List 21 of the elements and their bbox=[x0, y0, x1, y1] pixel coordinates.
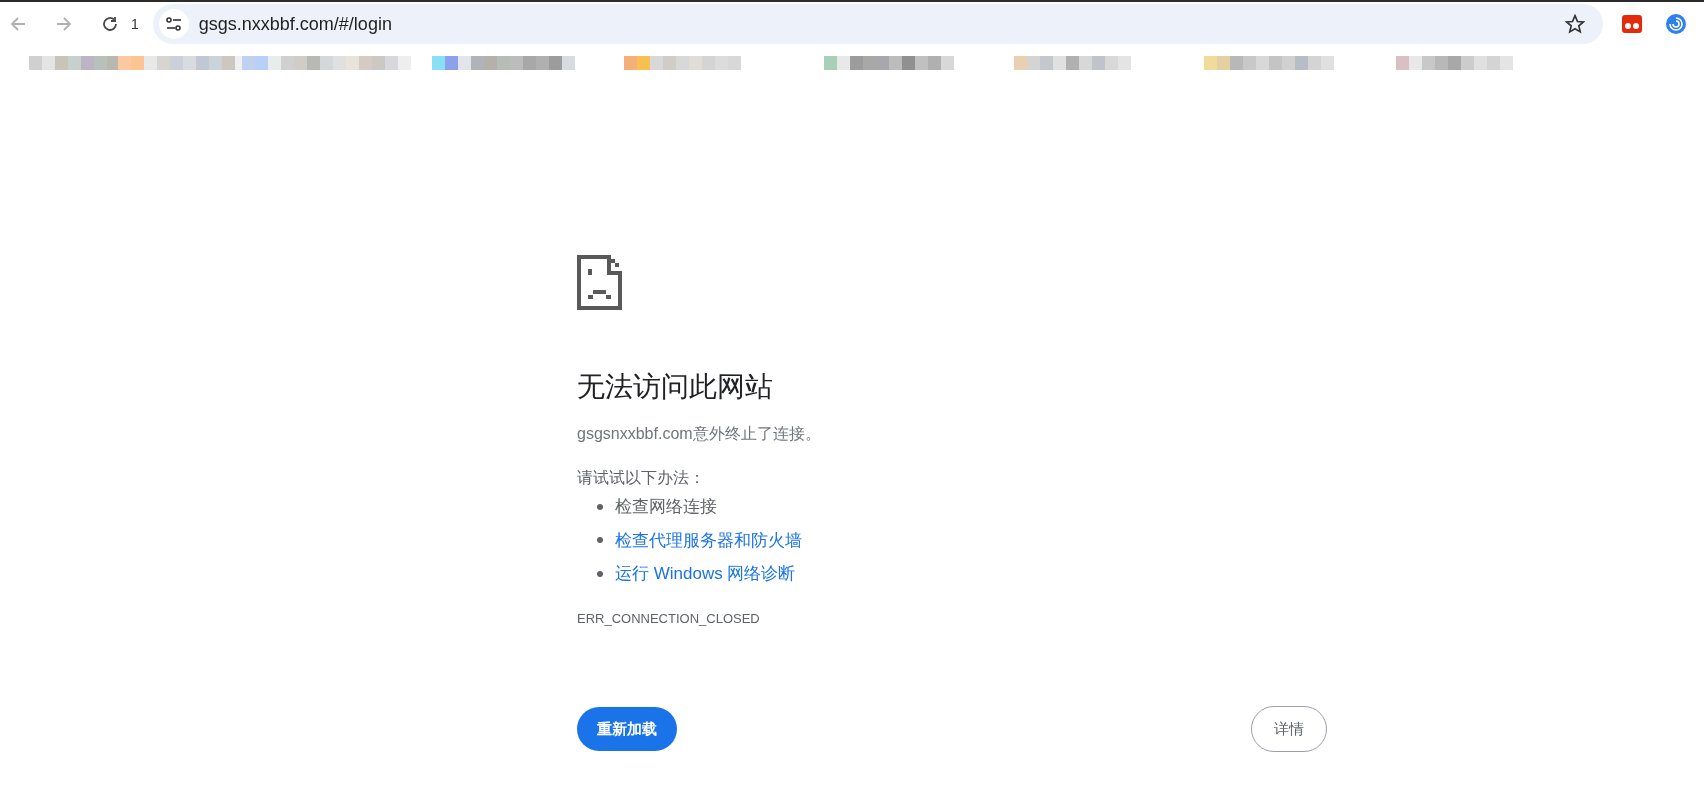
spiral-extension-icon[interactable] bbox=[1666, 14, 1686, 34]
suggestion-text: 检查网络连接 bbox=[615, 496, 717, 518]
extension-icon[interactable] bbox=[1622, 15, 1642, 33]
error-code: ERR_CONNECTION_CLOSED bbox=[577, 609, 761, 628]
reload-button[interactable]: 重新加载 bbox=[577, 707, 677, 751]
error-message: gsgsnxxbbf.com意外终止了连接。 bbox=[577, 424, 822, 444]
bullet-icon bbox=[597, 537, 603, 544]
bookmark-star-icon[interactable] bbox=[1564, 14, 1585, 34]
suggestions-heading: 请试试以下办法： bbox=[577, 468, 706, 488]
suggestion-link[interactable]: 检查代理服务器和防火墙 bbox=[615, 527, 802, 553]
error-title: 无法访问此网站 bbox=[577, 370, 774, 404]
site-settings-icon[interactable] bbox=[158, 9, 189, 39]
bullet-icon bbox=[597, 503, 603, 510]
bullet-icon bbox=[597, 570, 603, 577]
sad-page-icon bbox=[577, 255, 622, 310]
details-button[interactable]: 详情 bbox=[1251, 706, 1327, 752]
address-bar[interactable]: gsgs.nxxbbf.com/#/login bbox=[152, 4, 1603, 44]
reload-icon[interactable] bbox=[101, 15, 119, 33]
url-text: gsgs.nxxbbf.com/#/login bbox=[198, 12, 393, 36]
counter-text: 1 bbox=[131, 14, 139, 34]
suggestion-link[interactable]: 运行 Windows 网络诊断 bbox=[615, 561, 796, 587]
